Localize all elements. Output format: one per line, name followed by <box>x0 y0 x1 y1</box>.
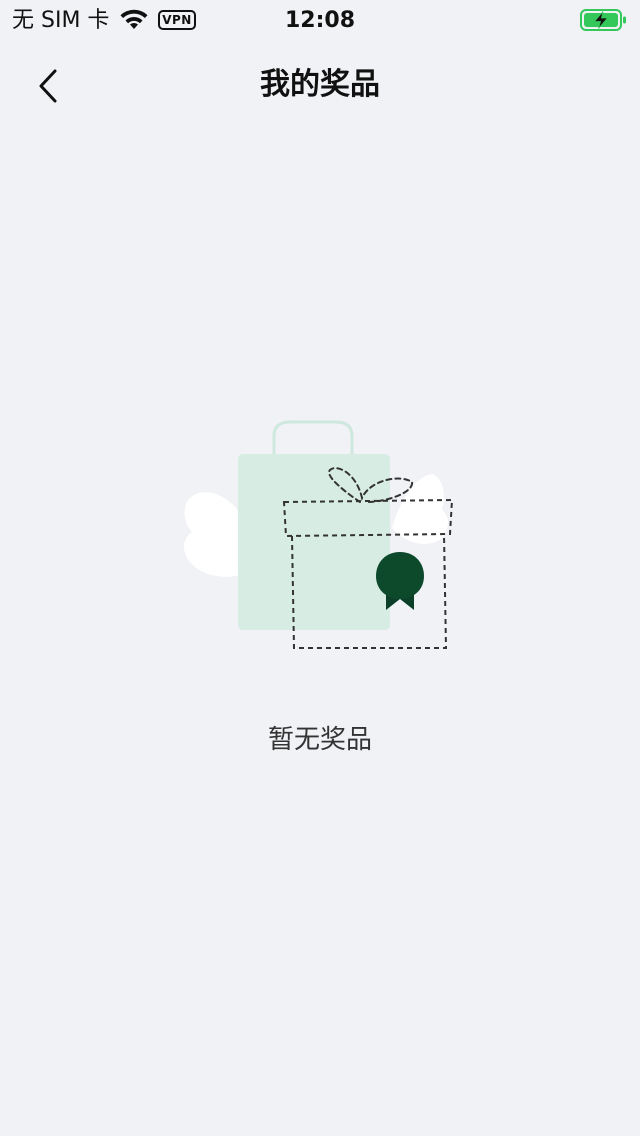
leaf-right-icon <box>392 474 448 544</box>
navigation-bar: 我的奖品 <box>0 44 640 128</box>
status-bar: 无 SIM 卡 VPN 12:08 <box>0 0 640 44</box>
leaf-left-icon <box>183 492 244 577</box>
page-title: 我的奖品 <box>260 67 380 102</box>
gift-bag-illustration <box>183 420 454 649</box>
status-time: 12:08 <box>284 8 356 33</box>
empty-state-message: 暂无奖品 <box>267 725 372 755</box>
battery-charging-icon <box>580 9 626 31</box>
